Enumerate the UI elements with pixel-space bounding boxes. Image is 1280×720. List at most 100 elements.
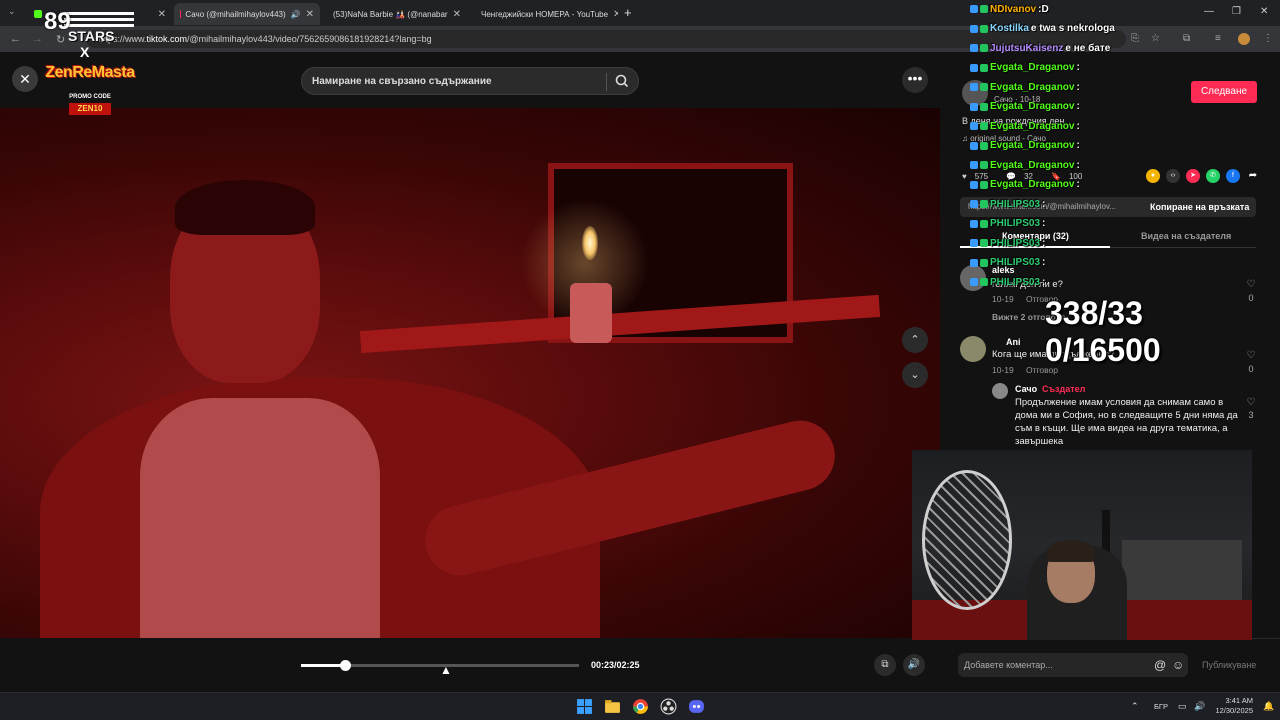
verified-badge-icon <box>980 83 988 91</box>
verified-badge-icon <box>980 63 988 72</box>
tab-title: (53)NaNa Barbie 🎎 (@nanabar <box>333 9 448 19</box>
comment-likes: 0 <box>1248 293 1254 303</box>
chat-username[interactable]: Kostilka <box>990 23 1029 34</box>
send-icon[interactable]: ➤ <box>1186 169 1200 183</box>
chat-username[interactable]: Evgata_Draganov <box>990 101 1074 112</box>
tray-expand-icon[interactable]: ⌃ <box>1131 701 1139 712</box>
notification-icon[interactable]: 🔔 <box>1263 701 1274 712</box>
follow-button[interactable]: Следване <box>1191 81 1257 103</box>
media-control-icon[interactable]: ≡ <box>1215 33 1221 44</box>
close-tab-icon[interactable]: ✕ <box>453 9 461 20</box>
webcam-streamer-hair <box>1047 540 1095 562</box>
url-domain: tiktok.com <box>146 34 188 44</box>
tab-title: Ченгеджийски НОМЕРА - YouTube <box>481 9 609 19</box>
back-icon[interactable]: ← <box>10 33 21 45</box>
chrome-icon[interactable] <box>632 698 649 715</box>
whatsapp-icon[interactable]: ✆ <box>1206 169 1220 183</box>
creator-reply-avatar[interactable] <box>992 383 1008 399</box>
close-video-button[interactable]: ✕ <box>12 66 38 92</box>
extensions-icon[interactable]: ⧉ <box>1183 33 1190 44</box>
chat-username[interactable]: Evgata_Draganov <box>990 121 1074 132</box>
minimize-icon[interactable]: — <box>1204 6 1214 17</box>
tab-tiktok-sacho[interactable]: Сачо (@mihailmihaylov443) 🔊 ✕ <box>174 3 320 25</box>
like-comment-icon[interactable]: ♡ <box>1244 350 1258 361</box>
comment-likes: 0 <box>1248 364 1254 374</box>
video-scene-candle <box>570 283 612 343</box>
chat-username[interactable]: PHILIPS03 <box>990 277 1040 288</box>
file-explorer-icon[interactable] <box>604 698 621 715</box>
previous-video-button[interactable]: ⌃ <box>902 327 928 353</box>
chat-message: Evgata_Draganov: <box>970 78 1080 96</box>
windows-start-icon[interactable] <box>576 698 593 715</box>
verified-badge-icon <box>980 122 988 130</box>
webcam-hanging-chair <box>922 470 1012 610</box>
chat-username[interactable]: Evgata_Draganov <box>990 62 1074 73</box>
volume-icon[interactable]: 🔊 <box>903 654 925 676</box>
comment-placeholder: Добавете коментар... <box>964 660 1053 670</box>
video-player[interactable] <box>0 108 940 638</box>
discord-icon[interactable] <box>688 698 705 715</box>
close-window-icon[interactable]: ✕ <box>1260 6 1268 17</box>
forward-icon[interactable]: → <box>32 33 43 45</box>
chat-username[interactable]: PHILIPS03 <box>990 199 1040 210</box>
tab-tiktok-nana[interactable]: (53)NaNa Barbie 🎎 (@nanabar ✕ <box>322 3 466 25</box>
post-button[interactable]: Публикуване <box>1202 660 1256 670</box>
mention-icon[interactable]: @ <box>1154 658 1166 672</box>
more-options-button[interactable]: ••• <box>902 67 928 93</box>
chat-username[interactable]: PHILIPS03 <box>990 218 1040 229</box>
video-scene-shirt <box>140 398 380 638</box>
network-icon[interactable]: ▭ <box>1178 701 1187 712</box>
chat-message: Evgata_Draganov: <box>970 117 1080 135</box>
sponsor-logo: ZenReMasta PROMO CODE ZEN10 <box>36 62 144 122</box>
comment-input[interactable]: Добавете коментар... @ ☺ <box>958 653 1188 677</box>
next-video-button[interactable]: ⌄ <box>902 362 928 388</box>
comment-author[interactable]: Ani <box>1006 337 1021 347</box>
tab-youtube[interactable]: Ченгеджийски НОМЕРА - YouTube ✕ <box>470 3 618 25</box>
chat-text: : <box>1042 257 1046 268</box>
chat-username[interactable]: JujutsuKaisenz <box>990 43 1063 54</box>
chat-message: PHILIPS03: <box>970 215 1045 233</box>
counter-line-1: 338/33 <box>1045 295 1143 331</box>
floating-player-icon[interactable]: ⧉ <box>874 654 896 676</box>
like-comment-icon[interactable]: ♡ <box>1244 279 1258 290</box>
chat-username[interactable]: PHILIPS03 <box>990 238 1040 249</box>
commenter-avatar[interactable] <box>960 336 986 362</box>
chat-username[interactable]: Evgata_Draganov <box>990 82 1074 93</box>
progress-thumb[interactable] <box>340 660 352 671</box>
like-comment-icon[interactable]: ♡ <box>1244 397 1258 408</box>
maximize-icon[interactable]: ❐ <box>1232 6 1241 17</box>
close-tab-icon[interactable]: ✕ <box>158 9 166 20</box>
profile-avatar[interactable] <box>1238 33 1250 45</box>
chat-text: е twa s nekrologa <box>1030 23 1115 34</box>
chat-text: : <box>1076 179 1080 190</box>
language-indicator[interactable]: БГР <box>1154 702 1168 711</box>
new-tab-button[interactable]: + <box>624 5 632 20</box>
chat-text: : <box>1076 140 1080 151</box>
volume-tray-icon[interactable]: 🔊 <box>1194 701 1205 712</box>
chat-username[interactable]: PHILIPS03 <box>990 257 1040 268</box>
facebook-icon[interactable]: f <box>1226 169 1240 183</box>
chat-username[interactable]: NDIvanov <box>990 4 1036 15</box>
search-icon[interactable] <box>614 73 630 89</box>
clock-time[interactable]: 3:41 AM <box>1225 696 1253 705</box>
tab-search-icon[interactable]: ⌄ <box>8 6 16 17</box>
chat-username[interactable]: Evgata_Draganov <box>990 160 1074 171</box>
clock-date[interactable]: 12/30/2025 <box>1211 706 1253 715</box>
stream-chat-overlay: NDIvanov:D Kostilka е twa s nekrologa Jujut… <box>970 0 1170 300</box>
share-icon[interactable]: ➦ <box>1246 169 1260 183</box>
related-search-input[interactable]: Намиране на свързано съдържание <box>301 67 639 95</box>
heart-icon[interactable]: ♥ <box>962 172 967 181</box>
creator-reply-author[interactable]: Сачо <box>1015 384 1037 394</box>
close-tab-icon[interactable]: ✕ <box>306 9 314 20</box>
verified-badge-icon <box>980 5 988 13</box>
close-tab-icon[interactable]: ✕ <box>613 9 618 20</box>
chat-text: : <box>1076 120 1080 132</box>
obs-icon[interactable] <box>660 698 677 715</box>
chat-username[interactable]: Evgata_Draganov <box>990 140 1074 151</box>
chat-message: PHILIPS03: <box>970 234 1045 252</box>
browser-menu-icon[interactable]: ⋮ <box>1263 33 1273 44</box>
chat-username[interactable]: Evgata_Draganov <box>990 179 1074 190</box>
stars-deco-line <box>64 12 134 15</box>
emoji-icon[interactable]: ☺ <box>1172 658 1184 672</box>
stars-deco-line <box>64 18 134 21</box>
